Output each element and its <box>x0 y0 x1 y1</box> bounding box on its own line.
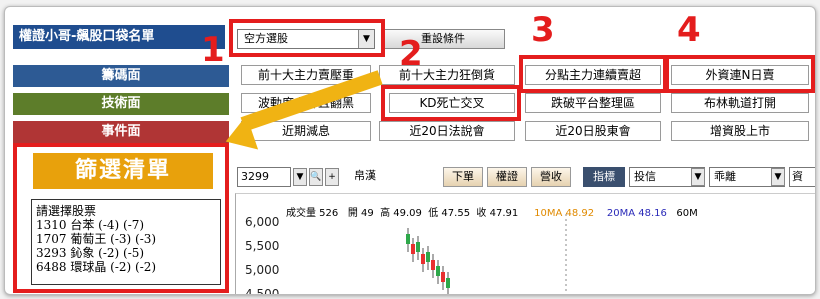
category-event[interactable]: 事件面 <box>13 121 229 143</box>
legend-ma60: 60M <box>676 208 698 219</box>
category-technical[interactable]: 技術面 <box>13 93 229 115</box>
extra-select-value: 資 <box>792 170 803 183</box>
plus-icon[interactable]: + <box>325 168 339 186</box>
candle-body <box>416 242 420 252</box>
candle-body <box>411 244 415 254</box>
candle-body <box>446 278 450 288</box>
legend-volume: 成交量 526 <box>286 208 339 219</box>
list-header: 請選擇股票 <box>36 204 97 218</box>
revenue-button[interactable]: 營收 <box>531 167 571 187</box>
annotation-number-1: 1 <box>201 30 225 70</box>
candle-body <box>436 266 440 276</box>
list-item[interactable]: 1707 葡萄王 (-3) (-3) <box>36 232 216 246</box>
candles <box>406 214 567 294</box>
warrant-button[interactable]: 權證 <box>487 167 527 187</box>
legend-ma10: 10MA 48.92 <box>534 208 595 219</box>
annotation-number-2: 2 <box>399 34 423 74</box>
highlight-box-1 <box>229 19 385 57</box>
y-tick-label: 5,000 <box>245 263 280 277</box>
legend-close: 收 47.91 <box>476 208 519 219</box>
chart-legend: 成交量 526 開 49 高 49.09 低 47.55 收 47.91 10M… <box>286 204 698 219</box>
chevron-down-icon[interactable]: ▼ <box>691 168 705 186</box>
option-bollinger-open[interactable]: 布林軌道打開 <box>671 93 809 113</box>
candle-body <box>406 234 410 244</box>
app-window: 權證小哥-飆股口袋名單 籌碼面 技術面 事件面 空方選股 ▼ 重設條件 前十大主… <box>4 6 816 295</box>
legend-low: 低 47.55 <box>428 208 471 219</box>
price-chart[interactable]: 成交量 526 開 49 高 49.09 低 47.55 收 47.91 10M… <box>235 193 815 294</box>
legend-ma20: 20MA 48.16 <box>606 208 667 219</box>
list-item[interactable]: 3293 鈊象 (-2) (-5) <box>36 246 216 260</box>
extra-select[interactable]: 資 <box>789 167 815 187</box>
y-tick-label: 6,000 <box>245 215 280 229</box>
indicator-select-value: 投信 <box>634 170 656 183</box>
option-investor-conference[interactable]: 近20日法說會 <box>379 121 515 141</box>
legend-high: 高 49.09 <box>380 208 422 219</box>
chevron-down-icon[interactable]: ▼ <box>771 168 785 186</box>
highlight-box-3 <box>519 55 667 93</box>
list-item[interactable]: 1310 台苯 (-4) (-7) <box>36 218 216 232</box>
candle-body <box>431 260 435 270</box>
stock-name: 帛漢 <box>354 169 376 182</box>
list-item[interactable]: 6488 環球晶 (-2) (-2) <box>36 260 216 274</box>
candle-body <box>441 272 445 282</box>
annotation-number-4: 4 <box>677 10 701 50</box>
chevron-down-icon[interactable]: ▼ <box>293 168 307 186</box>
deviation-select-value: 乖離 <box>714 170 736 183</box>
annotation-number-3: 3 <box>531 10 555 50</box>
highlight-box-2 <box>381 85 521 121</box>
order-button[interactable]: 下單 <box>443 167 483 187</box>
option-shareholder-meeting[interactable]: 近20日股東會 <box>525 121 661 141</box>
screen-list-title: 篩選清單 <box>33 153 213 189</box>
option-platform-break[interactable]: 跌破平台整理區 <box>525 93 661 113</box>
y-tick-label: 4,500 <box>245 287 280 295</box>
tab-indicator[interactable]: 指標 <box>583 167 625 187</box>
highlight-box-4 <box>665 55 815 93</box>
app-title: 權證小哥-飆股口袋名單 <box>13 25 225 49</box>
search-icon[interactable]: 🔍 <box>309 168 323 186</box>
option-capital-increase[interactable]: 增資股上市 <box>671 121 809 141</box>
category-chips[interactable]: 籌碼面 <box>13 65 229 87</box>
legend-open: 開 49 <box>347 208 374 219</box>
candle-body <box>426 252 430 262</box>
stock-code-input[interactable]: 3299 <box>237 167 291 187</box>
screen-list[interactable]: 請選擇股票 1310 台苯 (-4) (-7) 1707 葡萄王 (-3) (-… <box>31 199 221 285</box>
y-tick-label: 5,500 <box>245 239 280 253</box>
candle-body <box>421 254 425 264</box>
